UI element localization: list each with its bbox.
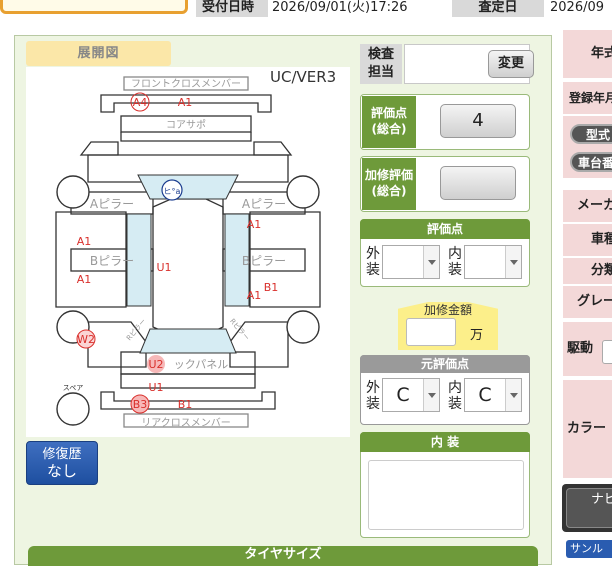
chassis-pill[interactable]: 車台番 xyxy=(570,152,612,172)
mark-u1-rear[interactable]: U1 xyxy=(148,381,163,394)
appraisal-label: 査定日 xyxy=(452,0,544,17)
original-exterior-select[interactable]: C xyxy=(382,378,440,412)
score-total-label: 評価点 (総合) xyxy=(362,96,416,148)
mark-a1-left-lower[interactable]: A1 xyxy=(77,273,92,286)
mark-a1-left-upper[interactable]: A1 xyxy=(77,235,92,248)
score-exterior-label: 外装 xyxy=(366,246,380,278)
repair-amount-label: 加修金額 xyxy=(423,303,472,317)
original-interior-select[interactable]: C xyxy=(464,378,522,412)
navi-button[interactable]: ナビ xyxy=(562,484,612,532)
label-b-pillar-right: Bピラー xyxy=(242,254,286,268)
label-rear-cross-member: リアクロスメンバー xyxy=(141,417,231,429)
registration-year-label: 登録年月 xyxy=(563,82,612,116)
interior-header: 内 装 xyxy=(360,432,530,452)
interior-textarea[interactable] xyxy=(368,460,524,530)
received-value: 2026/09/01(火)17:26 xyxy=(272,0,408,15)
label-a-pillar-right: Aピラー xyxy=(242,197,286,211)
label-spare: スペア xyxy=(63,384,84,392)
year-label: 年式 xyxy=(563,30,612,80)
diagram-title: 展開図 xyxy=(26,41,171,66)
label-front-cross-member: フロントクロスメンバー xyxy=(131,78,241,90)
repair-eval-label: 加修評価 (総合) xyxy=(362,158,416,210)
chevron-down-icon xyxy=(505,246,521,278)
appraisal-value: 2026/09 xyxy=(550,0,605,15)
label-b-pillar-left: Bピラー xyxy=(90,254,134,268)
repair-amount-unit: 万 xyxy=(470,328,484,343)
label-back-panel: ックパネル xyxy=(174,358,228,371)
original-exterior-label: 外装 xyxy=(366,380,380,412)
repair-history-value: なし xyxy=(46,462,77,480)
repair-history-label: 修復歴 xyxy=(42,447,82,462)
maker-label: メーカ xyxy=(563,190,612,224)
score-total-value[interactable]: 4 xyxy=(440,104,516,138)
label-r-pillar-left: Rピラー xyxy=(125,317,148,342)
mark-b1-right[interactable]: B1 xyxy=(264,281,279,294)
sunroof-label: サンル xyxy=(566,540,612,558)
score-interior-label: 内装 xyxy=(448,246,462,278)
repair-history-button[interactable]: 修復歴 なし xyxy=(26,441,98,485)
inspector-label: 検査 担当 xyxy=(360,44,402,84)
label-r-pillar-right: Rピラー xyxy=(228,317,251,342)
tire-size-header: タイヤサイズ xyxy=(28,546,538,566)
label-core-support: コアサポ xyxy=(166,119,206,131)
repair-amount-input[interactable] xyxy=(406,318,456,346)
navi-label: ナビ xyxy=(566,488,612,528)
model-pill[interactable]: 型式 xyxy=(570,124,612,144)
mark-a1-front[interactable]: A1 xyxy=(178,96,193,109)
received-label: 受付日時 xyxy=(196,0,268,17)
version-label: UC/VER3 xyxy=(270,68,337,86)
mark-b1-rear[interactable]: B1 xyxy=(178,398,193,411)
score-header: 評価点 xyxy=(360,219,530,239)
mark-u2[interactable]: U2 xyxy=(148,358,163,371)
top-tab[interactable] xyxy=(0,0,188,14)
car-body-diagram[interactable]: フロントクロスメンバー コアサポ Aピラー Aピラー Bピラー Bピラー ックパ… xyxy=(26,67,350,437)
original-interior-label: 内装 xyxy=(448,380,462,412)
grade-label: グレー xyxy=(563,286,612,320)
label-a-pillar-left: Aピラー xyxy=(90,197,134,211)
car-name-label: 車種 xyxy=(563,224,612,258)
chevron-down-icon xyxy=(423,246,439,278)
mark-w2[interactable]: W2 xyxy=(77,333,95,346)
chevron-down-icon xyxy=(423,379,439,411)
drive-select[interactable] xyxy=(602,340,612,364)
chevron-down-icon xyxy=(505,379,521,411)
mark-a4[interactable]: A4 xyxy=(133,96,148,109)
mark-u1-center[interactable]: U1 xyxy=(156,261,171,274)
repair-eval-value[interactable] xyxy=(440,166,516,200)
mark-b3[interactable]: B3 xyxy=(133,398,148,411)
category-label: 分類 xyxy=(563,258,612,286)
score-exterior-select[interactable] xyxy=(382,245,440,279)
windshield-mark: ヒ°a xyxy=(164,187,181,196)
change-inspector-button[interactable]: 変更 xyxy=(488,50,534,78)
mark-a1-right-upper[interactable]: A1 xyxy=(247,218,262,231)
original-score-header: 元評価点 xyxy=(360,355,530,373)
color-label: カラー xyxy=(563,380,612,480)
score-interior-select[interactable] xyxy=(464,245,522,279)
mark-a1-right-lower[interactable]: A1 xyxy=(247,289,262,302)
